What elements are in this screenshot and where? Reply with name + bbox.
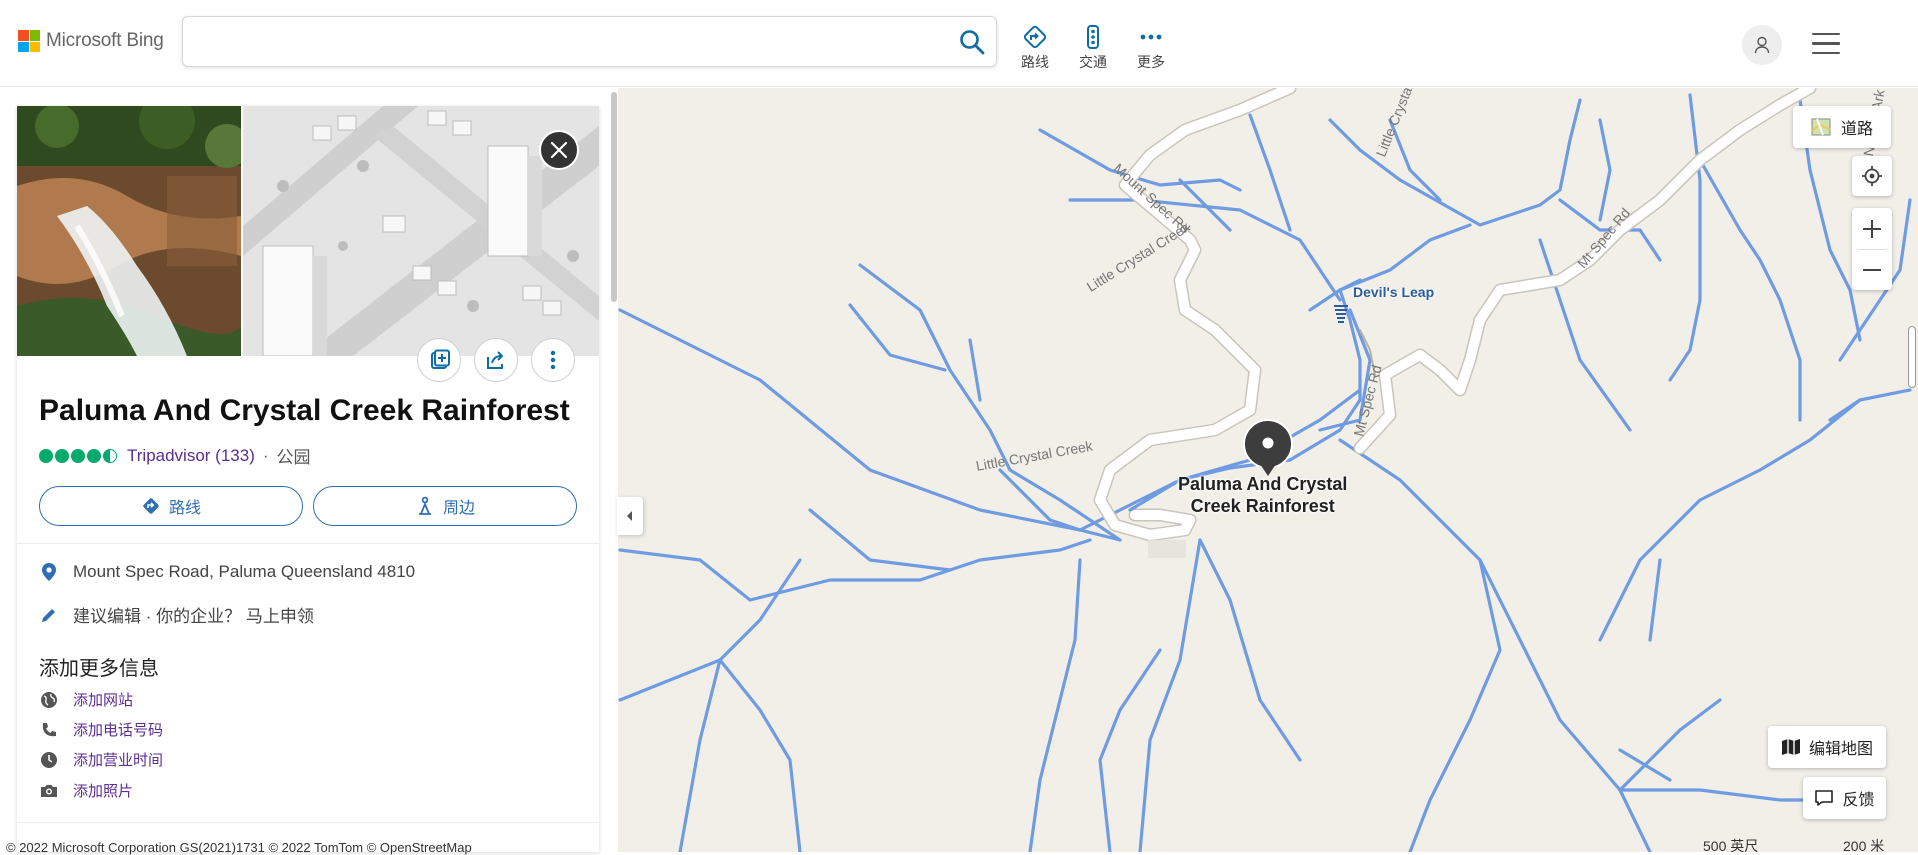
place-photo[interactable] — [17, 106, 241, 356]
map-canvas[interactable]: Mount Spec Rd Mt Spec Rd Mt Spec Rd Litt… — [618, 88, 1918, 852]
add-hours-row[interactable]: 添加营业时间 — [39, 749, 163, 770]
share-button[interactable] — [474, 338, 518, 382]
copyright-footer: © 2022 Microsoft Corporation GS(2021)173… — [6, 840, 472, 855]
add-website-row[interactable]: 添加网站 — [39, 689, 133, 710]
add-photo-link[interactable]: 添加照片 — [73, 780, 133, 801]
rating-bubbles — [39, 448, 119, 463]
user-icon — [1754, 36, 1770, 54]
add-phone-row[interactable]: 添加电话号码 — [39, 719, 163, 740]
tripadvisor-link[interactable]: Tripadvisor (133) — [127, 446, 255, 466]
directions-icon — [143, 498, 159, 514]
add-website-link[interactable]: 添加网站 — [73, 689, 133, 710]
phone-icon — [42, 722, 56, 736]
add-photo-row[interactable]: 添加照片 — [39, 780, 133, 801]
nav-more-label: 更多 — [1137, 54, 1165, 70]
poi-label-line2: Creek Rainforest — [1190, 496, 1335, 516]
map-style-label: 道路 — [1840, 121, 1873, 138]
location-marker-icon — [42, 563, 56, 581]
zoom-out-icon[interactable] — [1852, 250, 1892, 290]
camera-icon — [41, 784, 57, 797]
pencil-icon — [42, 608, 55, 622]
bing-logo[interactable]: Microsoft Bing — [18, 30, 164, 52]
close-button[interactable] — [539, 130, 579, 170]
account-avatar[interactable] — [1742, 25, 1782, 65]
suggest-edit-text[interactable]: 建议编辑 · 你的企业？ 马上申领 — [73, 602, 314, 627]
waterfall-icon[interactable] — [1332, 304, 1350, 324]
traffic-icon — [1087, 25, 1099, 49]
feedback-button[interactable]: 反馈 — [1803, 777, 1886, 819]
directions-button[interactable]: 路线 — [39, 486, 303, 526]
nearby-label: 周边 — [442, 500, 475, 517]
nearby-person-icon — [418, 496, 431, 515]
rating-bubble — [103, 448, 117, 463]
edit-map-label: 编辑地图 — [1808, 741, 1873, 758]
add-phone-link[interactable]: 添加电话号码 — [73, 719, 163, 740]
edit-map-button[interactable]: 编辑地图 — [1768, 726, 1886, 768]
add-hours-link[interactable]: 添加营业时间 — [73, 749, 163, 770]
nav-more-button[interactable]: 更多 — [1126, 24, 1176, 72]
add-more-heading: 添加更多信息 — [39, 658, 159, 680]
nav-directions-label: 路线 — [1021, 54, 1049, 70]
more-vertical-icon — [550, 350, 556, 370]
feedback-label: 反馈 — [1842, 792, 1875, 809]
road-map-icon — [1811, 118, 1831, 136]
place-title: Paluma And Crystal Creek Rainforest — [39, 394, 570, 427]
nav-traffic-button[interactable]: 交通 — [1068, 24, 1118, 72]
share-icon — [487, 351, 503, 369]
chevron-left-icon — [627, 511, 632, 521]
clock-icon — [41, 751, 57, 768]
directions-icon — [1023, 25, 1047, 49]
edit-row[interactable]: 建议编辑 · 你的企业？ 马上申领 — [39, 602, 314, 627]
nav-directions-button[interactable]: 路线 — [1010, 24, 1060, 72]
locate-me-button[interactable] — [1852, 156, 1892, 196]
zoom-slider[interactable] — [1908, 326, 1916, 388]
nav-traffic-label: 交通 — [1079, 54, 1107, 70]
top-bar: Microsoft Bing 路线 交通 更多 — [0, 0, 1918, 87]
search-input[interactable] — [183, 17, 923, 66]
microsoft-logo-icon — [18, 30, 40, 52]
zoom-in-icon[interactable] — [1852, 209, 1892, 249]
place-details-panel: Paluma And Crystal Creek Rainforest Trip… — [17, 106, 599, 852]
address-text: Mount Spec Road, Paluma Queensland 4810 — [73, 562, 416, 581]
directions-label: 路线 — [168, 500, 201, 517]
zoom-control — [1852, 208, 1892, 290]
search-icon[interactable] — [958, 28, 986, 56]
nearby-button[interactable]: 周边 — [313, 486, 577, 526]
search-box[interactable] — [182, 16, 997, 67]
more-options-button[interactable] — [531, 338, 575, 382]
address-row: Mount Spec Road, Paluma Queensland 4810 — [39, 562, 415, 582]
poi-label: Paluma And Crystal Creek Rainforest — [1178, 473, 1347, 517]
locate-icon — [1862, 166, 1882, 186]
globe-icon — [41, 691, 57, 708]
location-pin-icon[interactable] — [1242, 418, 1294, 478]
panel-scrollbar[interactable] — [611, 92, 617, 302]
rating-row: Tripadvisor (133) · 公园 — [39, 443, 311, 468]
waterfall-photo — [17, 106, 241, 356]
rating-bubble — [39, 448, 53, 463]
rating-bubble — [71, 448, 85, 463]
map-icon — [1781, 739, 1800, 755]
poi-devils-leap-label[interactable]: Devil's Leap — [1353, 284, 1434, 300]
scale-imperial: 500 英尺 — [1703, 838, 1759, 852]
rating-bubble — [87, 448, 101, 463]
save-button[interactable] — [417, 338, 461, 382]
close-icon — [550, 141, 568, 159]
poi-label-line1: Paluma And Crystal — [1178, 474, 1348, 494]
place-category: 公园 — [276, 448, 311, 467]
rating-bubble — [55, 448, 69, 463]
more-icon — [1140, 34, 1162, 40]
separator-dot: · — [262, 445, 269, 465]
divider — [17, 543, 599, 544]
collapse-panel-button[interactable] — [617, 497, 643, 535]
map-style-button[interactable]: 道路 — [1793, 106, 1891, 148]
feedback-icon — [1815, 790, 1834, 806]
brand-name: Microsoft Bing — [46, 30, 164, 51]
save-collection-icon — [431, 349, 450, 369]
scale-metric: 200 米 — [1843, 838, 1885, 852]
menu-icon[interactable] — [1812, 33, 1840, 61]
photo-strip — [17, 106, 599, 356]
